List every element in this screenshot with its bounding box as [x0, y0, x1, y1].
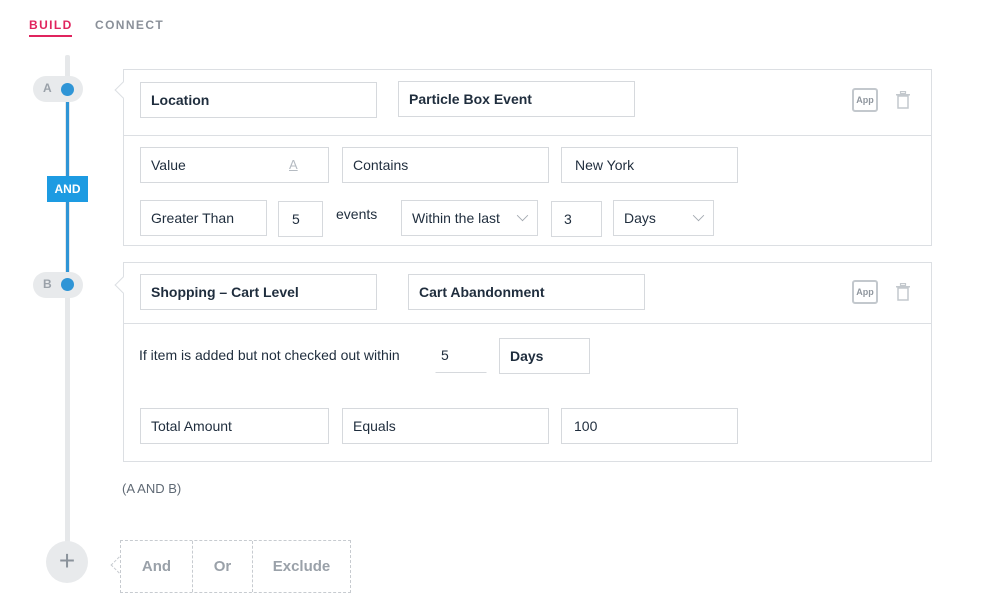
node-a-dot: [61, 83, 74, 96]
value-text: New York: [575, 157, 635, 173]
event-select[interactable]: Particle Box Event: [398, 81, 635, 117]
attribute-value: Value: [151, 157, 186, 173]
category-select[interactable]: Shopping – Cart Level: [140, 274, 377, 310]
add-block-button[interactable]: +: [46, 541, 88, 583]
within-unit-value: Days: [510, 348, 544, 364]
node-a: [33, 76, 83, 102]
comparator-value: Greater Than: [151, 210, 235, 226]
value-input[interactable]: New York: [561, 147, 738, 183]
panel-divider: [124, 135, 931, 136]
operator-value: Contains: [353, 157, 409, 173]
event-value: Cart Abandonment: [419, 284, 545, 300]
trash-icon[interactable]: [895, 283, 911, 301]
tab-connect[interactable]: CONNECT: [95, 18, 164, 32]
window-value-input[interactable]: 3: [551, 201, 602, 237]
condition-block-b: Shopping – Cart Level Cart Abandonment A…: [114, 262, 932, 462]
chevron-down-icon: [692, 209, 705, 222]
or-button[interactable]: Or: [192, 541, 252, 592]
comparator-select[interactable]: Greater Than: [140, 200, 267, 236]
node-a-label: A: [43, 81, 52, 95]
within-days-value: 5: [441, 347, 449, 363]
node-b-dot: [61, 278, 74, 291]
abandonment-rule-text: If item is added but not checked out wit…: [139, 347, 400, 363]
and-button[interactable]: And: [121, 541, 192, 592]
attribute-select[interactable]: Value A: [140, 147, 329, 183]
count-input[interactable]: 5: [278, 201, 323, 237]
condition-block-a: Location Particle Box Event App Value A …: [114, 69, 932, 246]
value-input[interactable]: 100: [561, 408, 738, 444]
panel-caret: [114, 276, 132, 294]
window-value: Within the last: [412, 210, 500, 226]
app-badge[interactable]: App: [852, 88, 878, 112]
plus-icon: +: [58, 545, 76, 576]
app-badge[interactable]: App: [852, 280, 878, 304]
within-unit-select[interactable]: Days: [499, 338, 590, 374]
category-value: Shopping – Cart Level: [151, 284, 299, 300]
event-select[interactable]: Cart Abandonment: [408, 274, 645, 310]
attribute-select[interactable]: Total Amount: [140, 408, 329, 444]
operator-select[interactable]: Contains: [342, 147, 549, 183]
value-text: 100: [574, 418, 598, 434]
window-select[interactable]: Within the last: [401, 200, 538, 236]
trash-icon[interactable]: [895, 91, 911, 109]
events-label: events: [336, 206, 378, 222]
event-value: Particle Box Event: [409, 91, 532, 107]
within-days-input[interactable]: 5: [435, 337, 487, 373]
node-b-label: B: [43, 277, 52, 291]
panel-caret: [114, 81, 132, 99]
operator-group: And Or Exclude: [120, 540, 351, 593]
node-b: [33, 272, 83, 298]
category-select[interactable]: Location: [140, 82, 377, 118]
operator-value: Equals: [353, 418, 396, 434]
category-value: Location: [151, 92, 210, 108]
attribute-value: Total Amount: [151, 418, 232, 434]
exclude-button[interactable]: Exclude: [252, 541, 350, 592]
tab-build[interactable]: BUILD: [29, 18, 73, 32]
operator-select[interactable]: Equals: [342, 408, 549, 444]
unit-value: Days: [624, 210, 656, 226]
window-number: 3: [564, 211, 572, 227]
chevron-down-icon: [516, 209, 529, 222]
attribute-type-icon: A: [289, 157, 298, 172]
panel-divider: [124, 323, 931, 324]
active-tab-indicator: [29, 35, 72, 37]
unit-select[interactable]: Days: [613, 200, 714, 236]
and-badge[interactable]: AND: [47, 176, 88, 202]
logic-expression: (A AND B): [122, 481, 182, 496]
count-value: 5: [292, 211, 300, 227]
